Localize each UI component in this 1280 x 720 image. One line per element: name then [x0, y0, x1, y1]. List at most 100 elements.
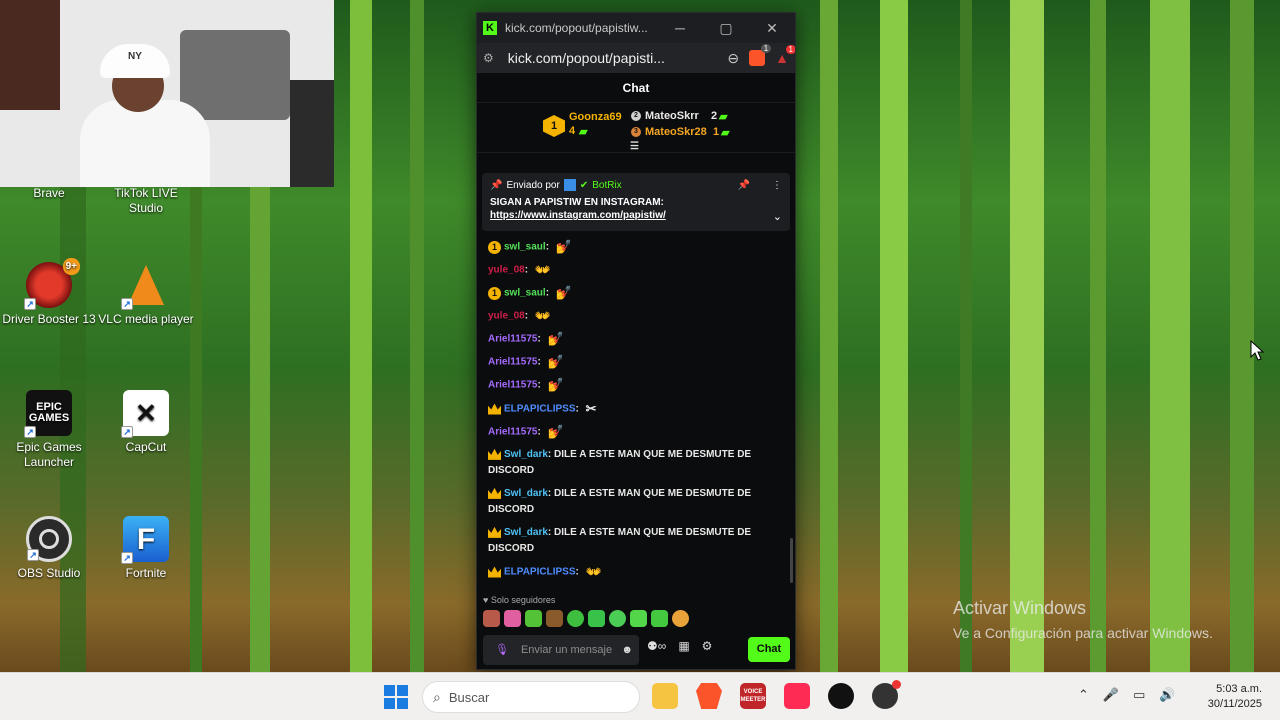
- chat-username[interactable]: ELPAPICLIPSS: [504, 404, 576, 415]
- chat-input[interactable]: 🎙 Enviar un mensaje ☻: [483, 635, 639, 665]
- address-bar: ⚙ kick.com/popout/papisti... ⊖ 1 ▲ 1: [477, 43, 795, 73]
- sub-badge: 1: [488, 240, 501, 254]
- webcam-overlay: NY: [0, 0, 334, 187]
- chat-username[interactable]: Ariel11575: [488, 357, 538, 368]
- desktop-icon-brave[interactable]: Brave: [0, 186, 98, 201]
- expand-leaderboard-icon[interactable]: ☰: [630, 141, 639, 152]
- pinned-sender[interactable]: BotRix: [592, 180, 621, 191]
- tiktok-icon[interactable]: [828, 683, 854, 709]
- chat-username[interactable]: Swl_dark: [504, 488, 548, 499]
- volume-icon[interactable]: 🔊: [1159, 687, 1175, 703]
- desktop-icon-capcut[interactable]: ✕ ↗ CapCut: [97, 390, 195, 455]
- door: [0, 0, 60, 110]
- chair: [180, 30, 290, 120]
- chat-username[interactable]: Ariel11575: [488, 427, 538, 438]
- clock[interactable]: 5:03 a.m. 30/11/2025: [1208, 682, 1262, 712]
- tiktok-live-studio-icon[interactable]: [784, 683, 810, 709]
- chat-message: Ariel11575: 💅: [488, 354, 564, 369]
- emote-button[interactable]: [483, 610, 500, 627]
- desktop-icon-fortnite[interactable]: F ↗ Fortnite: [97, 516, 195, 581]
- emote-button[interactable]: [588, 610, 605, 627]
- shortcut-arrow-icon: ↗: [27, 549, 39, 561]
- epic-logo-text: EPIC GAMES: [28, 401, 70, 424]
- store-icon[interactable]: ▦: [678, 639, 689, 653]
- desktop-icon-driver-booster[interactable]: 9+ ↗ Driver Booster 13: [0, 258, 98, 327]
- desktop-icon-label: CapCut: [125, 440, 167, 454]
- chat-username[interactable]: swl_saul: [504, 242, 546, 253]
- leader-3-name[interactable]: MateoSkr28: [645, 126, 707, 138]
- brave-shields-icon[interactable]: 1: [749, 44, 772, 66]
- file-explorer-icon[interactable]: [652, 683, 678, 709]
- heart-icon: ♥: [483, 595, 489, 605]
- chat-emote: 👐: [534, 308, 551, 323]
- more-options-icon[interactable]: ⋮: [772, 180, 782, 191]
- chat-message: Ariel11575: 💅: [488, 377, 564, 392]
- users-icon[interactable]: ⚉∞: [647, 639, 666, 653]
- chat-username[interactable]: yule_08: [488, 311, 525, 322]
- shortcut-arrow-icon: ↗: [24, 426, 36, 438]
- brave-rewards-icon[interactable]: ▲ 1: [775, 45, 795, 66]
- chat-username[interactable]: ELPAPICLIPSS: [504, 567, 576, 578]
- emote-button[interactable]: [567, 610, 584, 627]
- vip-crown-icon: [488, 526, 501, 538]
- chat-username[interactable]: Swl_dark: [504, 449, 548, 460]
- bamboo-stalk: [350, 0, 372, 672]
- chat-username[interactable]: Ariel11575: [488, 380, 538, 391]
- emote-button[interactable]: [672, 610, 689, 627]
- desktop-icon-label: Driver Booster 13: [2, 312, 96, 326]
- zoom-icon[interactable]: ⊖: [727, 50, 739, 67]
- chevron-down-icon[interactable]: ⌄: [773, 210, 782, 223]
- shortcut-arrow-icon: ↗: [121, 298, 133, 310]
- windows-start-icon[interactable]: [384, 685, 408, 709]
- microphone-tray-icon[interactable]: 🎤: [1103, 687, 1119, 703]
- chevron-up-icon[interactable]: ⌃: [1078, 687, 1089, 703]
- emoji-picker-icon[interactable]: ☻: [621, 644, 633, 656]
- chat-username[interactable]: swl_saul: [504, 288, 546, 299]
- emote-button[interactable]: [504, 610, 521, 627]
- site-settings-icon[interactable]: ⚙: [483, 51, 494, 65]
- chat-username[interactable]: Ariel11575: [488, 334, 538, 345]
- taskbar-search[interactable]: ⌕ Buscar: [422, 681, 640, 713]
- emote-button[interactable]: [630, 610, 647, 627]
- vip-crown-icon: [488, 403, 501, 415]
- microphone-icon[interactable]: 🎙: [495, 644, 509, 656]
- emote-button[interactable]: [651, 610, 668, 627]
- system-tray: ⌃ 🎤 ▭ 🔊: [1078, 687, 1176, 703]
- network-icon[interactable]: ▭: [1133, 687, 1145, 703]
- settings-icon[interactable]: ⚙: [702, 639, 713, 653]
- followers-only-notice: ♥ Solo seguidores: [483, 595, 555, 605]
- chat-username[interactable]: Swl_dark: [504, 527, 548, 538]
- chat-message: ELPAPICLIPSS: ✂: [488, 401, 758, 418]
- desktop-icon-label: VLC media player: [98, 312, 194, 326]
- emote-button[interactable]: [609, 610, 626, 627]
- desktop-icon-label: Fortnite: [125, 566, 167, 580]
- desktop-icon-obs[interactable]: ↗ OBS Studio: [0, 516, 98, 581]
- close-button[interactable]: ✕: [749, 20, 795, 37]
- obs-studio-icon[interactable]: [872, 680, 901, 709]
- maximize-button[interactable]: ▢: [703, 20, 749, 37]
- emote-button[interactable]: [546, 610, 563, 627]
- gift-leaderboard: 1 Goonza69 4 ▰ 2 MateoSkrr 2 ▰ 3 MateoSk…: [477, 103, 795, 153]
- chat-username[interactable]: yule_08: [488, 265, 525, 276]
- mouse-cursor-icon: [1250, 340, 1264, 361]
- chat-message: Ariel11575: 💅: [488, 424, 564, 439]
- desktop-icon-tiktok-live-studio[interactable]: TikTok LIVE Studio: [97, 186, 195, 216]
- voicemeeter-icon[interactable]: VOICE MEETER: [740, 683, 766, 709]
- brave-browser-icon[interactable]: [696, 683, 722, 709]
- pinned-link[interactable]: https://www.instagram.com/papistiw/: [490, 210, 666, 223]
- leader-2-name[interactable]: MateoSkrr: [645, 110, 699, 122]
- emote-button[interactable]: [525, 610, 542, 627]
- monitor: [290, 80, 334, 187]
- unpin-icon[interactable]: 📌: [738, 180, 750, 191]
- obs-icon: ↗: [26, 516, 72, 562]
- search-placeholder: Buscar: [448, 689, 490, 705]
- send-chat-button[interactable]: Chat: [748, 637, 790, 662]
- leader-1-name[interactable]: Goonza69: [569, 111, 622, 123]
- url-field[interactable]: kick.com/popout/papisti...: [508, 50, 728, 66]
- followers-only-label: Solo seguidores: [490, 595, 556, 605]
- desktop-icon-epic-games[interactable]: EPIC GAMES ↗ Epic Games Launcher: [0, 390, 98, 470]
- minimize-button[interactable]: ─: [657, 20, 703, 36]
- desktop-icon-vlc[interactable]: ↗ VLC media player: [97, 262, 195, 327]
- chat-scrollbar[interactable]: [790, 538, 793, 583]
- chat-message: Swl_dark: DILE A ESTE MAN QUE ME DESMUTE…: [488, 487, 752, 515]
